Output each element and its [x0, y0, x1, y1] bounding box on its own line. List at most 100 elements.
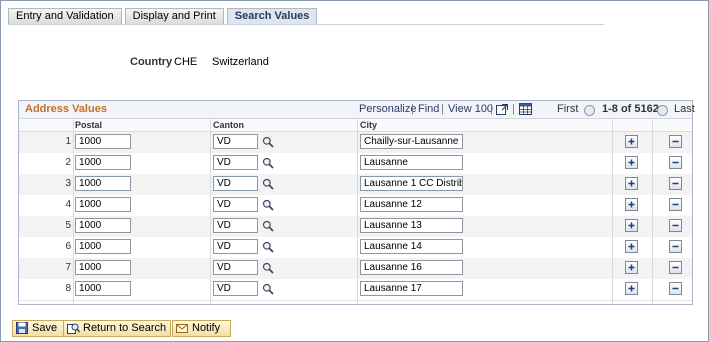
column-divider: [73, 119, 74, 304]
tab-display-and-print[interactable]: Display and Print: [124, 8, 224, 24]
delete-row-button[interactable]: [669, 261, 682, 274]
canton-input[interactable]: VD: [213, 281, 258, 296]
notify-button[interactable]: Notify: [172, 320, 231, 337]
canton-lookup-icon[interactable]: [262, 241, 274, 253]
canton-lookup-icon[interactable]: [262, 262, 274, 274]
postal-input[interactable]: 1000: [75, 197, 131, 212]
city-input[interactable]: Lausanne 16: [360, 260, 463, 275]
save-button-label: Save: [32, 322, 58, 334]
add-row-button[interactable]: [625, 282, 638, 295]
row-number: 8: [65, 283, 71, 294]
personalize-link[interactable]: Personalize: [359, 103, 416, 115]
separator: |: [512, 103, 515, 115]
canton-lookup-icon[interactable]: [262, 136, 274, 148]
city-input[interactable]: Lausanne 14: [360, 239, 463, 254]
canton-input[interactable]: VD: [213, 218, 258, 233]
city-input[interactable]: Lausanne 1 CC Distribi: [360, 176, 463, 191]
postal-input[interactable]: 1000: [75, 176, 131, 191]
country-code: CHE: [174, 56, 198, 68]
separator: |: [441, 103, 444, 115]
table-row: 8 1000 VD Lausanne 17: [19, 279, 692, 301]
previous-rows-button[interactable]: [584, 105, 595, 116]
delete-row-button[interactable]: [669, 240, 682, 253]
separator: |: [411, 103, 414, 115]
view-100-link[interactable]: View 100: [448, 103, 493, 115]
notify-button-label: Notify: [192, 322, 221, 334]
delete-row-button[interactable]: [669, 156, 682, 169]
column-divider: [652, 119, 653, 304]
canton-input[interactable]: VD: [213, 134, 258, 149]
column-header-postal[interactable]: Postal: [75, 119, 102, 131]
city-input[interactable]: Lausanne: [360, 155, 463, 170]
return-to-search-icon: [67, 323, 80, 334]
delete-row-button[interactable]: [669, 177, 682, 190]
delete-row-button[interactable]: [669, 198, 682, 211]
add-row-button[interactable]: [625, 219, 638, 232]
notify-icon: [176, 324, 188, 333]
city-input[interactable]: Lausanne 17: [360, 281, 463, 296]
canton-lookup-icon[interactable]: [262, 178, 274, 190]
row-number: 3: [65, 178, 71, 189]
canton-input[interactable]: VD: [213, 239, 258, 254]
column-header-row: [19, 119, 692, 132]
postal-input[interactable]: 1000: [75, 281, 131, 296]
table-row: 7 1000 VD Lausanne 16: [19, 258, 692, 280]
column-divider: [612, 119, 613, 304]
postal-input[interactable]: 1000: [75, 239, 131, 254]
return-to-search-button[interactable]: Return to Search: [63, 320, 171, 337]
postal-input[interactable]: 1000: [75, 218, 131, 233]
canton-lookup-icon[interactable]: [262, 220, 274, 232]
add-row-button[interactable]: [625, 261, 638, 274]
add-row-button[interactable]: [625, 198, 638, 211]
next-rows-button[interactable]: [657, 105, 668, 116]
country-label: Country: [130, 56, 173, 68]
add-row-button[interactable]: [625, 135, 638, 148]
column-header-canton[interactable]: Canton: [213, 119, 244, 131]
delete-row-button[interactable]: [669, 219, 682, 232]
postal-input[interactable]: 1000: [75, 134, 131, 149]
separator: |: [490, 103, 493, 115]
column-header-city[interactable]: City: [360, 119, 377, 131]
row-number: 6: [65, 241, 71, 252]
tab-divider: [8, 24, 604, 25]
table-row: 4 1000 VD Lausanne 12: [19, 195, 692, 217]
add-row-button[interactable]: [625, 177, 638, 190]
postal-input[interactable]: 1000: [75, 155, 131, 170]
canton-input[interactable]: VD: [213, 260, 258, 275]
canton-input[interactable]: VD: [213, 155, 258, 170]
table-row: 6 1000 VD Lausanne 14: [19, 237, 692, 259]
download-grid-icon[interactable]: [519, 103, 532, 115]
new-window-icon[interactable]: [496, 103, 509, 115]
last-link[interactable]: Last: [674, 103, 695, 115]
table-row: 2 1000 VD Lausanne: [19, 153, 692, 175]
page-frame: Entry and Validation Display and Print S…: [0, 0, 709, 342]
canton-lookup-icon[interactable]: [262, 157, 274, 169]
table-row: 1 1000 VD Chailly-sur-Lausanne: [19, 132, 692, 154]
canton-lookup-icon[interactable]: [262, 283, 274, 295]
grid-header-bar: Address Values Personalize | Find | View…: [19, 101, 695, 119]
delete-row-button[interactable]: [669, 135, 682, 148]
city-input[interactable]: Lausanne 13: [360, 218, 463, 233]
address-values-grid: Address Values Personalize | Find | View…: [18, 100, 695, 305]
postal-input[interactable]: 1000: [75, 260, 131, 275]
row-number: 7: [65, 262, 71, 273]
first-link[interactable]: First: [557, 103, 578, 115]
tab-search-values[interactable]: Search Values: [226, 8, 318, 24]
row-number: 5: [65, 220, 71, 231]
row-number: 2: [65, 157, 71, 168]
save-button[interactable]: Save: [12, 320, 69, 337]
city-input[interactable]: Chailly-sur-Lausanne: [360, 134, 463, 149]
canton-input[interactable]: VD: [213, 176, 258, 191]
add-row-button[interactable]: [625, 240, 638, 253]
table-row: 5 1000 VD Lausanne 13: [19, 216, 692, 238]
find-link[interactable]: Find: [418, 103, 439, 115]
add-row-button[interactable]: [625, 156, 638, 169]
column-divider: [210, 119, 211, 304]
row-range-counter: 1-8 of 5162: [602, 103, 659, 115]
grid-title: Address Values: [25, 103, 107, 115]
city-input[interactable]: Lausanne 12: [360, 197, 463, 212]
tab-entry-and-validation[interactable]: Entry and Validation: [8, 8, 122, 24]
canton-input[interactable]: VD: [213, 197, 258, 212]
delete-row-button[interactable]: [669, 282, 682, 295]
canton-lookup-icon[interactable]: [262, 199, 274, 211]
